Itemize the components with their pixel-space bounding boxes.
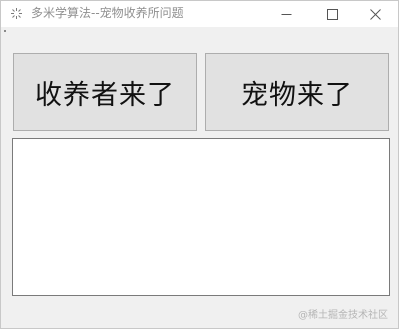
adopter-arrives-button[interactable]: 收养者来了 (13, 53, 197, 131)
close-button[interactable] (352, 1, 398, 27)
pet-arrives-button[interactable]: 宠物来了 (205, 53, 389, 131)
maximize-icon (326, 8, 338, 20)
minimize-button[interactable] (263, 1, 309, 27)
app-window: 多米学算法--宠物收养所问题 收养者来了 宠物来了 @稀土掘金技术社区 (0, 0, 399, 329)
output-textbox[interactable] (12, 138, 390, 296)
close-icon (369, 8, 381, 20)
window-title: 多米学算法--宠物收养所问题 (31, 6, 184, 20)
title-bar[interactable]: 多米学算法--宠物收养所问题 (1, 1, 398, 27)
app-sparkle-icon (11, 8, 22, 19)
maximize-button[interactable] (309, 1, 355, 27)
watermark: @稀土掘金技术社区 (298, 310, 388, 321)
minimize-icon (281, 13, 291, 15)
menu-strip-grip (4, 30, 6, 32)
